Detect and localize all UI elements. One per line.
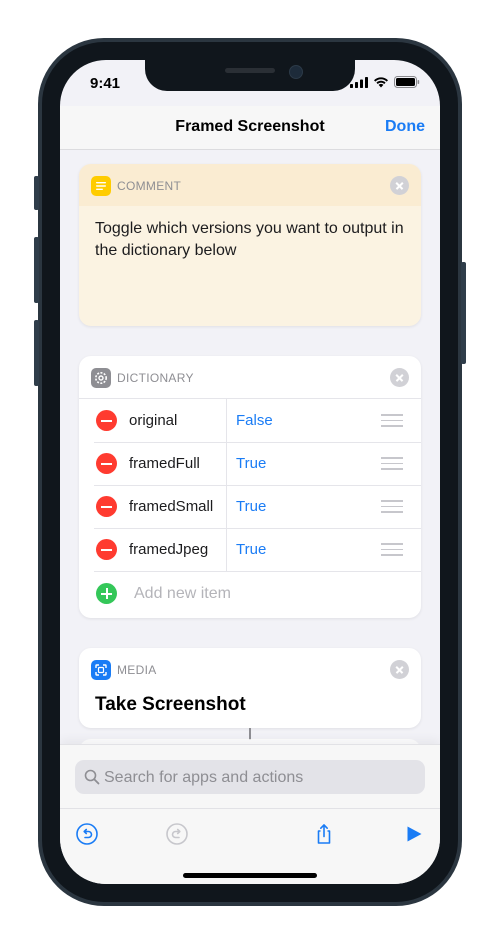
dictionary-value[interactable]: True [236,541,266,558]
undo-icon [76,823,98,845]
comment-card[interactable]: COMMENT Toggle which versions you want t… [79,164,421,326]
search-icon [84,769,100,785]
share-button[interactable] [311,821,337,847]
add-icon [96,583,117,604]
dictionary-value[interactable]: True [236,455,266,472]
speaker [225,68,275,73]
battery-icon [394,76,420,88]
close-icon[interactable] [390,368,409,387]
column-divider [226,528,227,571]
remove-item-icon[interactable] [96,410,117,431]
remove-item-icon[interactable] [96,539,117,560]
wifi-icon [374,77,388,88]
screenshot-icon [91,660,111,680]
status-time: 9:41 [90,75,121,92]
remove-item-icon[interactable] [96,496,117,517]
redo-button[interactable] [164,821,190,847]
bottom-panel: Search for apps and actions [60,744,440,884]
status-icons [350,76,420,88]
dictionary-row: framedSmall True [94,485,421,529]
dictionary-key[interactable]: framedSmall [129,498,213,515]
reorder-handle-icon[interactable] [381,414,403,431]
dictionary-card[interactable]: DICTIONARY original False framedFull Tru… [79,356,421,618]
close-icon[interactable] [390,660,409,679]
dictionary-value[interactable]: True [236,498,266,515]
screen: 9:41 Framed Screenshot Done COMMENT Togg… [60,60,440,884]
action-title: Take Screenshot [95,694,246,715]
dictionary-card-header: DICTIONARY [79,356,421,399]
add-new-item-button[interactable]: Add new item [94,571,414,615]
media-card-title: MEDIA [117,663,157,677]
volume-down-button [34,320,39,386]
navigation-bar: Framed Screenshot Done [60,106,440,150]
reorder-handle-icon[interactable] [381,543,403,560]
comment-card-header: COMMENT [79,164,421,206]
column-divider [226,399,227,442]
done-button[interactable]: Done [385,118,425,136]
gear-icon [91,368,111,388]
comment-card-title: COMMENT [117,179,182,193]
home-indicator [183,873,317,878]
close-icon[interactable] [390,176,409,195]
dictionary-row: framedJpeg True [94,528,421,572]
search-placeholder: Search for apps and actions [104,769,304,786]
toolbar-divider [60,808,440,809]
share-icon [317,824,331,844]
notch [145,60,355,91]
dictionary-row: framedFull True [94,442,421,486]
nav-divider [60,149,440,150]
dictionary-value[interactable]: False [236,412,273,429]
column-divider [226,485,227,528]
comment-text[interactable]: Toggle which versions you want to output… [95,218,413,262]
play-icon [407,826,422,842]
search-bar[interactable]: Search for apps and actions [75,760,425,794]
dictionary-row: original False [94,399,421,443]
dictionary-key[interactable]: framedFull [129,455,200,472]
add-new-item-label: Add new item [134,585,231,602]
reorder-handle-icon[interactable] [381,500,403,517]
run-button[interactable] [401,821,427,847]
redo-icon [166,823,188,845]
undo-button[interactable] [74,821,100,847]
reorder-handle-icon[interactable] [381,457,403,474]
column-divider [226,442,227,485]
dictionary-key[interactable]: original [129,412,177,429]
dictionary-key[interactable]: framedJpeg [129,541,208,558]
page-title: Framed Screenshot [175,118,325,135]
remove-item-icon[interactable] [96,453,117,474]
power-button [461,262,466,364]
front-camera [289,65,303,79]
media-card-header: MEDIA [79,648,421,690]
comment-icon [91,176,111,196]
media-card[interactable]: MEDIA Take Screenshot [79,648,421,728]
silent-switch [34,176,39,210]
volume-up-button [34,237,39,303]
dictionary-card-title: DICTIONARY [117,371,194,385]
